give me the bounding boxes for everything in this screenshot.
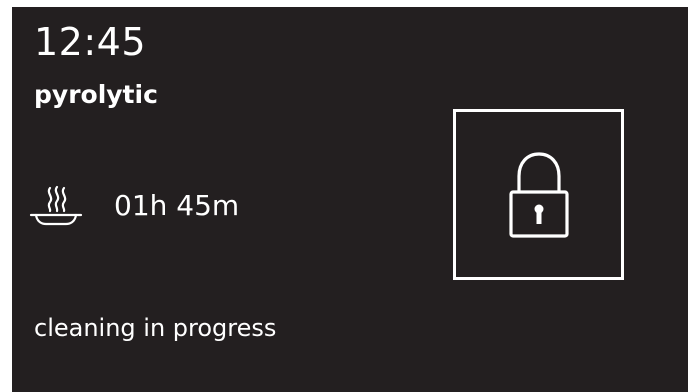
oven-display-panel: 12:45 pyrolytic 01h 45m cleaning in prog… xyxy=(12,7,688,392)
clock-time: 12:45 xyxy=(34,20,147,64)
steaming-dish-icon xyxy=(29,185,83,226)
padlock-icon xyxy=(508,151,569,238)
status-message: cleaning in progress xyxy=(34,314,277,342)
program-mode-label: pyrolytic xyxy=(34,80,158,109)
remaining-time: 01h 45m xyxy=(114,189,240,222)
duration-row: 01h 45m xyxy=(28,184,239,228)
door-lock-indicator xyxy=(453,109,624,280)
